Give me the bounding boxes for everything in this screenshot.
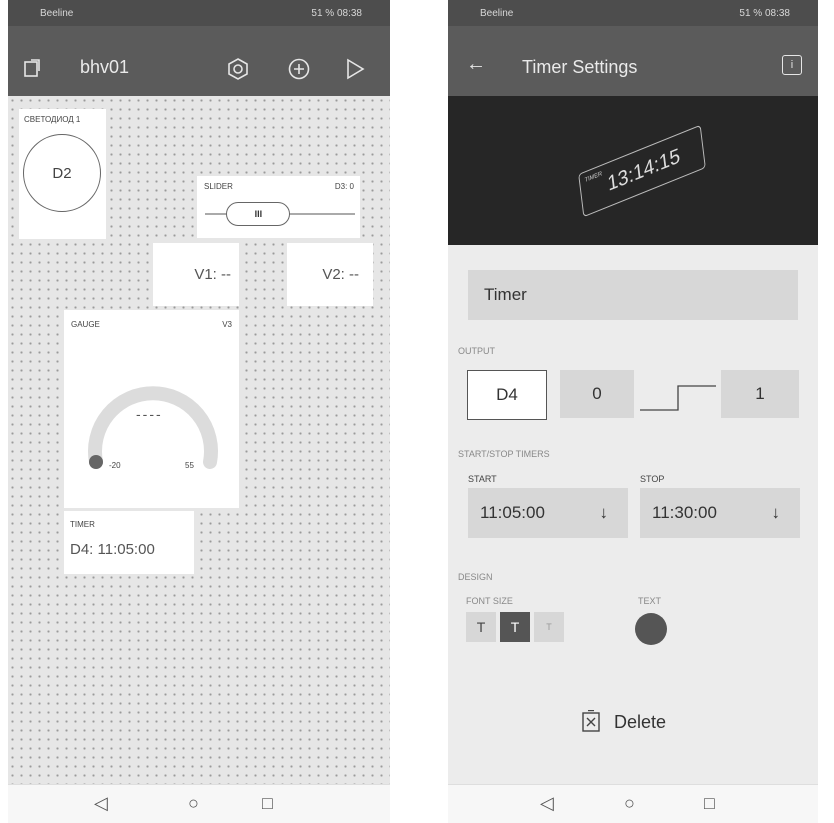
value-display-v1[interactable]: V1: -- [153,243,239,306]
output-pin-selector[interactable]: D4 [467,370,547,420]
system-navbar: ◁ ○ □ [448,784,818,823]
text-color-swatch[interactable] [635,613,667,645]
add-circle-icon[interactable] [285,55,313,83]
carrier-label: Beeline [40,8,74,19]
nav-home-icon[interactable]: ○ [188,793,199,814]
gauge-min-label: -20 [109,461,121,470]
timers-section-label: START/STOP TIMERS [458,449,550,459]
output-low-value: 0 [592,384,602,403]
font-size-large-glyph: T [546,622,552,632]
settings-toolbar: ← Timer Settings i [448,26,818,96]
output-section-label: OUTPUT [458,346,495,356]
stop-time-arrow-icon: ↓ [771,503,781,522]
back-arrow-icon[interactable]: ← [466,53,486,76]
project-toolbar: bhv01 [8,26,390,96]
start-time-picker[interactable]: 11:05:00 ↓ [468,488,628,538]
timer-device-image: TIMER 13:14:15 [578,124,706,218]
slider-widget-label: SLIDER [204,182,233,191]
font-size-label: FONT SIZE [466,596,513,606]
settings-title: Timer Settings [522,57,638,77]
app-dashboard-screen: Beeline 51 % 08:38 bhv01 СВЕТОДИОД 1 D2 [8,0,390,823]
output-high-value: 1 [755,384,765,403]
nav-back-icon[interactable]: ◁ [94,793,108,814]
carrier-label: Beeline [480,8,514,19]
font-size-small-button[interactable]: T [466,612,496,642]
settings-hex-icon[interactable] [224,55,252,83]
stop-time-picker[interactable]: 11:30:00 ↓ [640,488,800,538]
timer-illustration: TIMER 13:14:15 [448,96,818,245]
output-high-value-input[interactable]: 1 [721,370,799,418]
timer-device-time: 13:14:15 [606,144,682,197]
gauge-value: ---- [136,406,163,422]
timer-widget-value: D4: 11:05:00 [70,541,155,558]
gauge-indicator [89,455,103,469]
slider-widget[interactable]: SLIDER D3: 0 III [197,176,360,238]
button-widget-label: СВЕТОДИОД 1 [24,115,81,124]
timer-widget[interactable]: TIMER D4: 11:05:00 [64,511,194,574]
start-time-arrow-icon: ↓ [599,503,609,522]
output-low-value-input[interactable]: 0 [560,370,634,418]
led-button[interactable]: D2 [23,134,101,212]
font-size-medium-glyph: T [510,619,520,635]
timer-widget-label: TIMER [70,520,95,529]
design-section-label: DESIGN [458,572,493,582]
output-pin-value: D4 [496,385,518,404]
battery-level: 51 % [739,8,763,19]
nav-recent-icon[interactable]: □ [262,793,273,814]
value-display-v2[interactable]: V2: -- [287,243,373,306]
widget-name-input[interactable]: Timer [468,270,798,320]
info-icon-glyph: i [790,59,794,71]
slider-thumb[interactable]: III [226,202,291,226]
device-add-icon[interactable] [20,57,44,81]
start-label: START [468,474,497,484]
start-time-value: 11:05:00 [480,503,545,522]
font-size-small-glyph: T [476,619,486,635]
gauge-widget[interactable]: GAUGE V3 ---- -20 55 [64,310,239,508]
value-display-v1-text: V1: -- [194,266,231,283]
led-button-pin: D2 [52,164,72,182]
info-icon[interactable]: i [782,55,802,75]
delete-icon [582,710,600,732]
system-navbar: ◁ ○ □ [8,784,390,823]
battery-level: 51 % [311,8,335,19]
status-bar: Beeline 51 % 08:38 [8,0,390,26]
status-bar: Beeline 51 % 08:38 [448,0,818,26]
font-size-large-button[interactable]: T [534,612,564,642]
clock: 08:38 [336,8,362,19]
delete-label: Delete [614,711,667,732]
slider-thumb-grip: III [254,209,263,219]
timer-device-label: TIMER [584,171,603,185]
play-icon[interactable] [341,55,369,83]
font-size-medium-button[interactable]: T [500,612,530,642]
stop-label: STOP [640,474,665,484]
nav-recent-icon[interactable]: □ [704,793,715,814]
clock: 08:38 [764,8,790,19]
widget-name-value: Timer [484,285,527,304]
widget-canvas[interactable]: СВЕТОДИОД 1 D2 SLIDER D3: 0 III V1: -- V… [8,96,390,785]
output-step-icon [640,385,716,411]
nav-home-icon[interactable]: ○ [624,793,635,814]
gauge-max-label: 55 [185,461,194,470]
stop-time-value: 11:30:00 [652,503,717,522]
project-title: bhv01 [80,57,130,77]
nav-back-icon[interactable]: ◁ [540,793,554,814]
delete-button[interactable]: Delete [580,705,700,739]
value-display-v2-text: V2: -- [322,266,359,283]
slider-pin-value: D3: 0 [334,182,354,191]
timer-settings-screen: Beeline 51 % 08:38 ← Timer Settings i TI… [448,0,818,823]
text-color-label: TEXT [638,596,662,606]
button-widget[interactable]: СВЕТОДИОД 1 D2 [19,109,106,239]
